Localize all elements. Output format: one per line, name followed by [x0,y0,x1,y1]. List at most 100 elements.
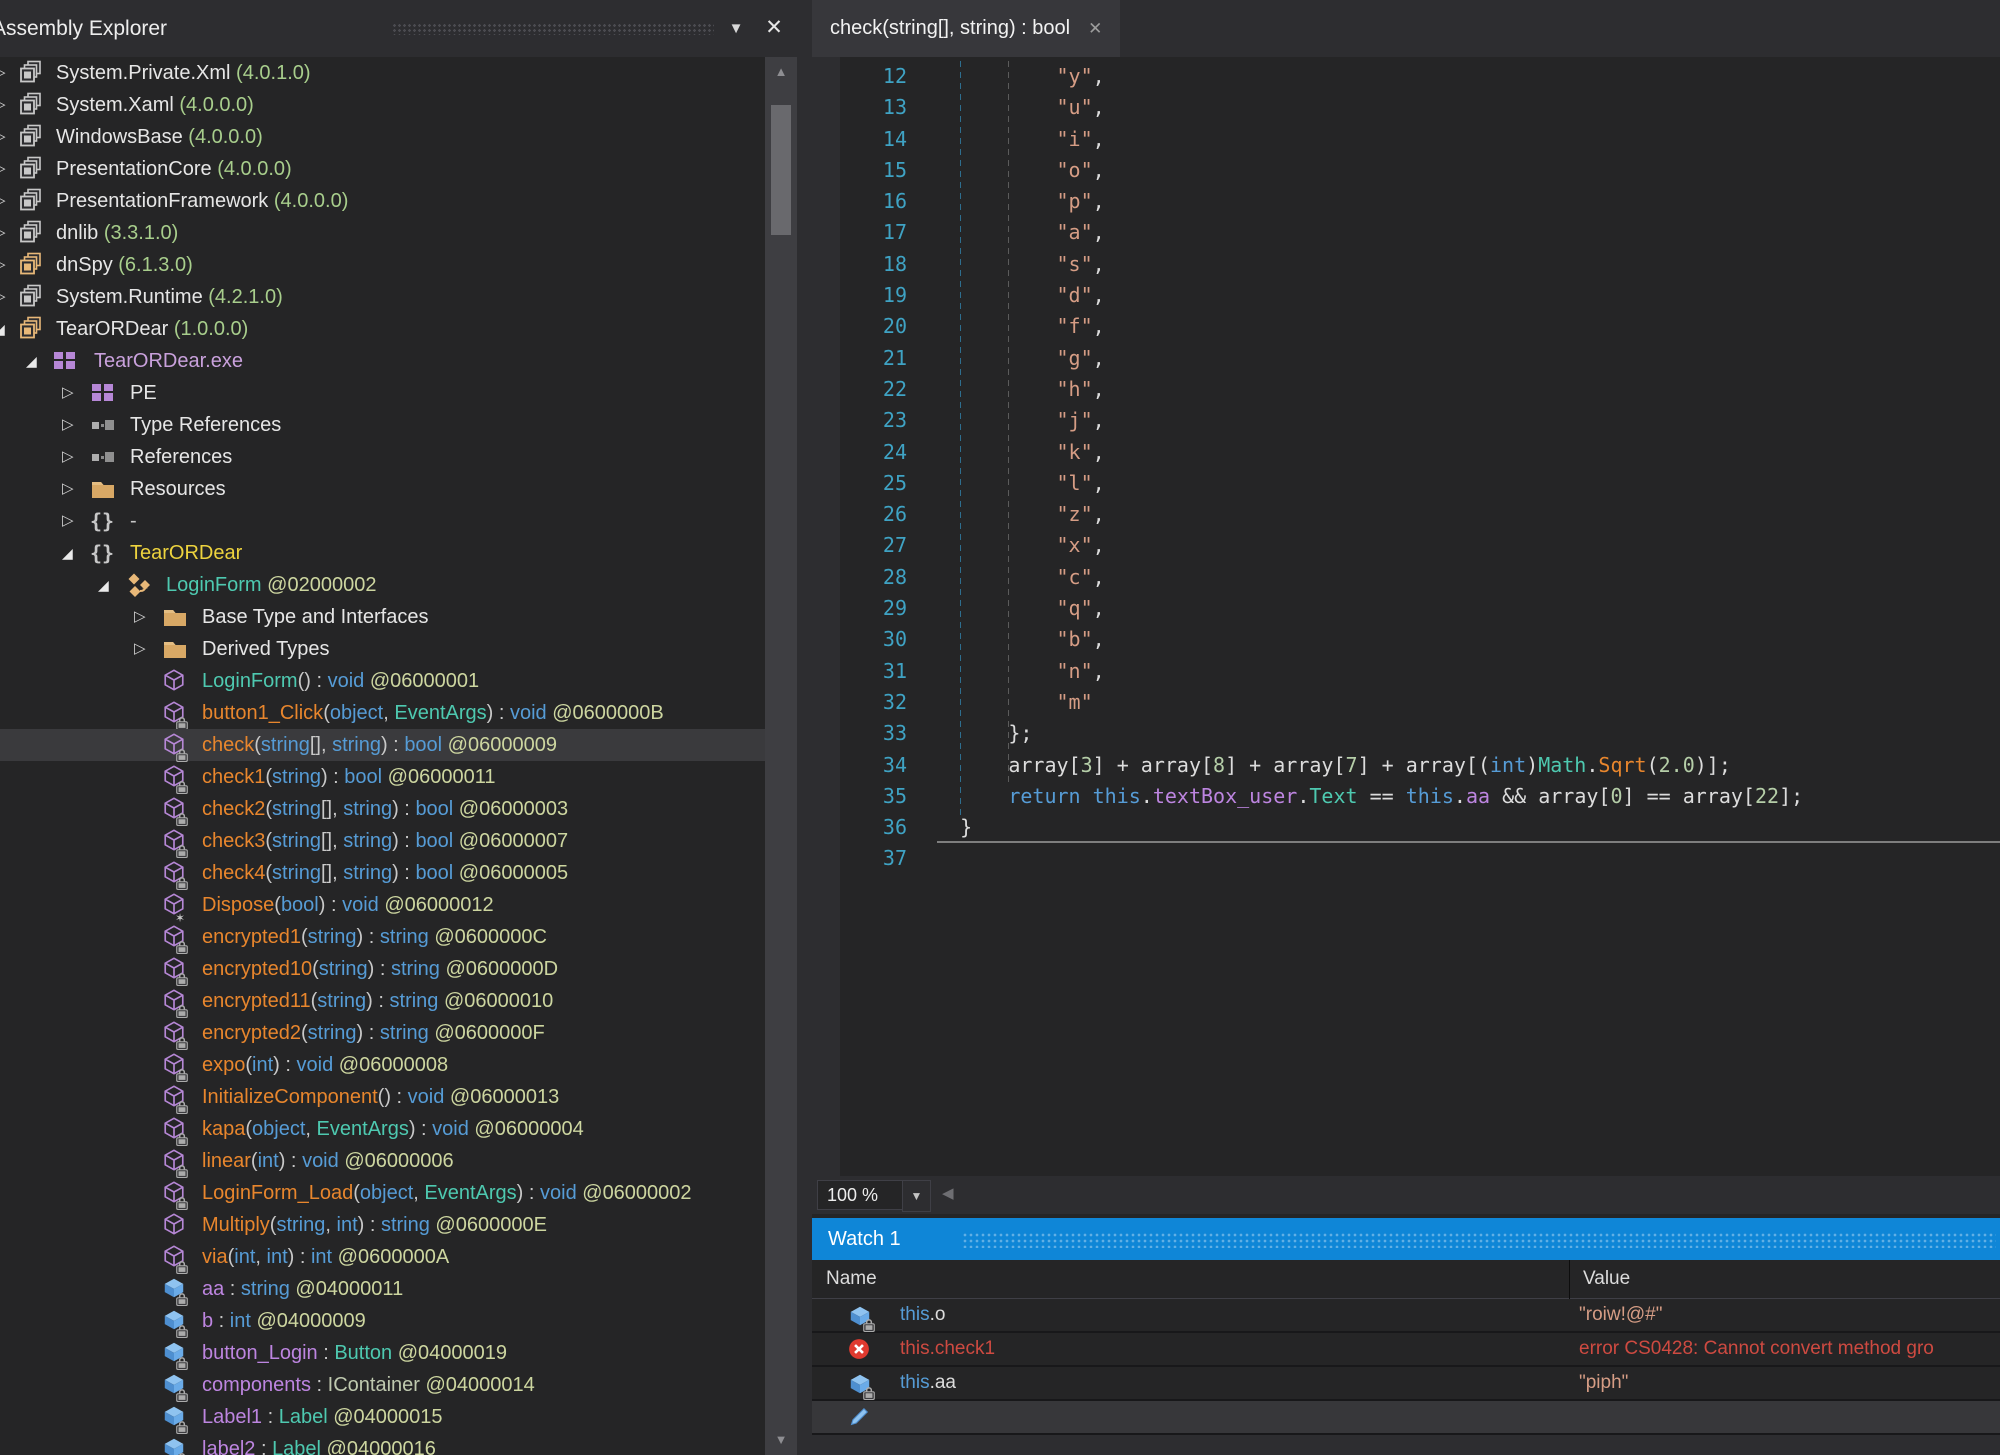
tree-item-check2[interactable]: check2(string[], string) : bool @0600000… [0,793,765,825]
watch-row-this.aa[interactable]: this.aa "piph" [812,1367,2000,1401]
tree-item-loginform[interactable]: LoginForm() : void @06000001 [0,665,765,697]
code-line-15: 15 "o", [812,155,1803,186]
tree-item-b[interactable]: b : int @04000009 [0,1305,765,1337]
tree-item-resources[interactable]: ▷ Resources [0,473,765,505]
watch-row-this.o[interactable]: this.o "roiw!@#" [812,1299,2000,1333]
tree-item-multiply[interactable]: Multiply(string, int) : string @0600000E [0,1209,765,1241]
watch-titlebar[interactable]: Watch 1 [812,1218,2000,1260]
tree-item--[interactable]: ▷{}- [0,505,765,537]
line-number: 16 [812,186,907,217]
tree-item-tearordear[interactable]: ◢{}TearORDear [0,537,765,569]
watch-value-cell[interactable]: "roiw!@#" [1579,1299,2000,1331]
expand-arrow-icon[interactable]: ▷ [0,89,6,121]
watch-row-this.check1[interactable]: this.check1 error CS0428: Cannot convert … [812,1333,2000,1367]
tree-item-dnlib[interactable]: ▷ dnlib (3.3.1.0) [0,217,765,249]
tab-strip: check(string[], string) : bool✕ [812,0,2000,57]
watch-value-cell[interactable]: "piph" [1579,1367,2000,1399]
tree-item-base-type-and-interfaces[interactable]: ▷ Base Type and Interfaces [0,601,765,633]
tree-item-label: LoginForm @02000002 [166,569,376,601]
tree-scrollbar[interactable]: ▲ ▼ [765,57,797,1455]
scrollbar-thumb[interactable] [771,105,791,235]
line-number: 21 [812,343,907,374]
collapse-arrow-icon[interactable]: ◢ [26,345,37,377]
expand-arrow-icon[interactable]: ▷ [62,409,74,441]
scroll-down-icon[interactable]: ▼ [765,1427,797,1453]
code-line-18: 18 "s", [812,249,1803,280]
tree-item-components[interactable]: components : IContainer @04000014 [0,1369,765,1401]
tree-item-system-xaml[interactable]: ▷ System.Xaml (4.0.0.0) [0,89,765,121]
tree-item-references[interactable]: ▷ References [0,441,765,473]
expand-arrow-icon[interactable]: ▷ [0,153,6,185]
tree-item-check1[interactable]: check1(string) : bool @06000011 [0,761,765,793]
assembly-tree[interactable]: ▷ System.Private.Xml (4.0.1.0)▷ System.X… [0,57,765,1455]
tree-item-presentationcore[interactable]: ▷ PresentationCore (4.0.0.0) [0,153,765,185]
tree-item-encrypted1[interactable]: encrypted1(string) : string @0600000C [0,921,765,953]
tree-item-loginform[interactable]: ◢ LoginForm @02000002 [0,569,765,601]
tree-item-type-references[interactable]: ▷ Type References [0,409,765,441]
tree-item-dnspy[interactable]: ▷ dnSpy (6.1.3.0) [0,249,765,281]
folder-icon [162,636,188,662]
expand-arrow-icon[interactable]: ▷ [0,57,6,89]
watch-row-new[interactable] [812,1401,2000,1435]
tree-item-check3[interactable]: check3(string[], string) : bool @0600000… [0,825,765,857]
tree-item-windowsbase[interactable]: ▷ WindowsBase (4.0.0.0) [0,121,765,153]
folder-icon [90,476,116,502]
tree-item-linear[interactable]: linear(int) : void @06000006 [0,1145,765,1177]
watch-name-cell[interactable]: this.aa [900,1367,956,1399]
tree-item-initializecomponent[interactable]: InitializeComponent() : void @06000013 [0,1081,765,1113]
tree-item-tearordear[interactable]: ◢ TearORDear (1.0.0.0) [0,313,765,345]
tree-item-system-runtime[interactable]: ▷ System.Runtime (4.2.1.0) [0,281,765,313]
tree-item-presentationframework[interactable]: ▷ PresentationFramework (4.0.0.0) [0,185,765,217]
watch-name-cell[interactable]: this.check1 [900,1333,995,1365]
expand-arrow-icon[interactable]: ▷ [134,633,146,665]
expand-arrow-icon[interactable]: ▷ [134,601,146,633]
tree-item-dispose[interactable]: ✶Dispose(bool) : void @06000012 [0,889,765,921]
tree-item-loginform-load[interactable]: LoginForm_Load(object, EventArgs) : void… [0,1177,765,1209]
tree-item-label: encrypted10(string) : string @0600000D [202,953,558,985]
tree-item-check[interactable]: check(string[], string) : bool @06000009 [0,729,765,761]
code-editor[interactable]: 12 "y",13 "u",14 "i",15 "o",16 "p",17 "a… [812,57,2000,1176]
tree-item-system-private-xml[interactable]: ▷ System.Private.Xml (4.0.1.0) [0,57,765,89]
expand-arrow-icon[interactable]: ▷ [62,505,74,537]
tree-item-kapa[interactable]: kapa(object, EventArgs) : void @06000004 [0,1113,765,1145]
watch-name-cell[interactable]: this.o [900,1299,945,1331]
watch-column-name[interactable]: Name [826,1260,877,1298]
tab-check-method[interactable]: check(string[], string) : bool✕ [812,0,1120,57]
scroll-up-icon[interactable]: ▲ [765,59,797,85]
tree-item-encrypted2[interactable]: encrypted2(string) : string @0600000F [0,1017,765,1049]
expand-arrow-icon[interactable]: ▷ [0,217,6,249]
tree-item-check4[interactable]: check4(string[], string) : bool @0600000… [0,857,765,889]
zoom-level-select[interactable]: 100 % [817,1180,906,1210]
tree-item-label2[interactable]: label2 : Label @04000016 [0,1433,765,1455]
collapse-arrow-icon[interactable]: ◢ [62,537,73,569]
zoom-dropdown-icon[interactable]: ▼ [902,1180,931,1212]
expand-arrow-icon[interactable]: ▷ [62,377,74,409]
tree-item-encrypted10[interactable]: encrypted10(string) : string @0600000D [0,953,765,985]
close-icon[interactable]: ✕ [758,0,790,57]
tree-item-expo[interactable]: expo(int) : void @06000008 [0,1049,765,1081]
tree-item-pe[interactable]: ▷ PE [0,377,765,409]
tree-item-encrypted11[interactable]: encrypted11(string) : string @06000010 [0,985,765,1017]
hscroll-left-arrow-icon[interactable]: ◀ [942,1184,954,1202]
chevron-down-icon[interactable]: ▼ [722,0,750,57]
watch-column-value[interactable]: Value [1583,1260,1630,1298]
expand-arrow-icon[interactable]: ▷ [0,249,6,281]
collapse-arrow-icon[interactable]: ◢ [0,313,5,345]
expand-arrow-icon[interactable]: ▷ [0,281,6,313]
watch-value-cell[interactable]: error CS0428: Cannot convert method gro [1579,1333,2000,1365]
expand-arrow-icon[interactable]: ▷ [0,121,6,153]
tree-item-via[interactable]: via(int, int) : int @0600000A [0,1241,765,1273]
lock-overlay-icon [175,1353,189,1367]
tree-item-tearordear-exe[interactable]: ◢ TearORDear.exe [0,345,765,377]
tree-item-button1-click[interactable]: button1_Click(object, EventArgs) : void … [0,697,765,729]
collapse-arrow-icon[interactable]: ◢ [98,569,109,601]
expand-arrow-icon[interactable]: ▷ [62,473,74,505]
tree-item-label1[interactable]: Label1 : Label @04000015 [0,1401,765,1433]
tree-item-aa[interactable]: aa : string @04000011 [0,1273,765,1305]
expand-arrow-icon[interactable]: ▷ [0,185,6,217]
tree-item-button-login[interactable]: button_Login : Button @04000019 [0,1337,765,1369]
panel-splitter[interactable] [797,57,812,1455]
expand-arrow-icon[interactable]: ▷ [62,441,74,473]
tree-item-derived-types[interactable]: ▷ Derived Types [0,633,765,665]
tab-close-icon[interactable]: ✕ [1088,0,1102,57]
